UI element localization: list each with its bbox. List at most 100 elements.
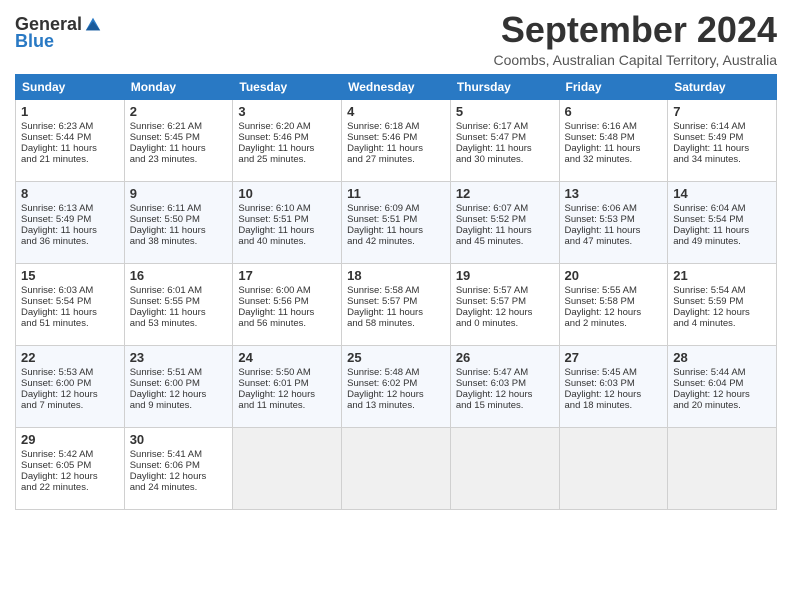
sunrise-text: Sunrise: 5:48 AM [347, 367, 419, 378]
sunset-text: Sunset: 5:46 PM [238, 132, 308, 143]
day-number: 14 [673, 186, 771, 201]
daylight-minutes-text: and 20 minutes. [673, 400, 741, 411]
day-number: 5 [456, 104, 554, 119]
day-number: 19 [456, 268, 554, 283]
daylight-minutes-text: and 27 minutes. [347, 154, 415, 165]
day-number: 17 [238, 268, 336, 283]
sunrise-text: Sunrise: 5:51 AM [130, 367, 202, 378]
calendar-cell [559, 427, 668, 509]
daylight-text: Daylight: 12 hours [130, 471, 207, 482]
calendar-cell: 13Sunrise: 6:06 AMSunset: 5:53 PMDayligh… [559, 181, 668, 263]
calendar-cell: 9Sunrise: 6:11 AMSunset: 5:50 PMDaylight… [124, 181, 233, 263]
calendar-cell: 23Sunrise: 5:51 AMSunset: 6:00 PMDayligh… [124, 345, 233, 427]
daylight-text: Daylight: 11 hours [673, 143, 749, 154]
daylight-text: Daylight: 11 hours [130, 143, 206, 154]
sunrise-text: Sunrise: 6:20 AM [238, 121, 310, 132]
daylight-minutes-text: and 15 minutes. [456, 400, 524, 411]
sunrise-text: Sunrise: 6:00 AM [238, 285, 310, 296]
day-header-sunday: Sunday [16, 74, 125, 99]
day-number: 28 [673, 350, 771, 365]
calendar-cell: 12Sunrise: 6:07 AMSunset: 5:52 PMDayligh… [450, 181, 559, 263]
daylight-text: Daylight: 11 hours [21, 143, 97, 154]
daylight-minutes-text: and 58 minutes. [347, 318, 415, 329]
daylight-minutes-text: and 13 minutes. [347, 400, 415, 411]
day-header-monday: Monday [124, 74, 233, 99]
sunset-text: Sunset: 5:48 PM [565, 132, 635, 143]
day-number: 15 [21, 268, 119, 283]
daylight-minutes-text: and 36 minutes. [21, 236, 89, 247]
sunrise-text: Sunrise: 6:17 AM [456, 121, 528, 132]
sunrise-text: Sunrise: 5:44 AM [673, 367, 745, 378]
week-row-3: 15 Sunrise: 6:03 AMSunset: 5:54 PM Dayligh… [16, 263, 777, 345]
sunset-text: Sunset: 5:57 PM [456, 296, 526, 307]
month-title: September 2024 [494, 10, 778, 50]
sunset-text: Sunset: 6:03 PM [456, 378, 526, 389]
daylight-minutes-text: and 25 minutes. [238, 154, 306, 165]
week-row-2: 8Sunrise: 6:13 AMSunset: 5:49 PMDaylight… [16, 181, 777, 263]
sunrise-text: Sunrise: 6:21 AM [130, 121, 202, 132]
calendar-cell: 21Sunrise: 5:54 AMSunset: 5:59 PMDayligh… [668, 263, 777, 345]
sunset-text: Sunset: 5:49 PM [21, 214, 91, 225]
day-number: 21 [673, 268, 771, 283]
daylight-text: Daylight: 12 hours [238, 389, 315, 400]
daylight-minutes-text: and 11 minutes. [238, 400, 305, 411]
sunset-text: Sunset: 5:52 PM [456, 214, 526, 225]
day-number: 8 [21, 186, 119, 201]
calendar-cell: 26Sunrise: 5:47 AMSunset: 6:03 PMDayligh… [450, 345, 559, 427]
daylight-minutes-text: and 40 minutes. [238, 236, 306, 247]
calendar-cell: 2Sunrise: 6:21 AMSunset: 5:45 PMDaylight… [124, 99, 233, 181]
daylight-text: Daylight: 11 hours [238, 307, 314, 318]
sunset-text: Sunset: 5:54 PM [21, 296, 91, 307]
daylight-minutes-text: and 2 minutes. [565, 318, 627, 329]
week-row-4: 22Sunrise: 5:53 AMSunset: 6:00 PMDayligh… [16, 345, 777, 427]
daylight-text: Daylight: 11 hours [21, 225, 97, 236]
daylight-text: Daylight: 11 hours [347, 307, 423, 318]
daylight-text: Daylight: 12 hours [456, 389, 533, 400]
day-number: 27 [565, 350, 663, 365]
daylight-text: Daylight: 12 hours [673, 389, 750, 400]
sunrise-text: Sunrise: 6:13 AM [21, 203, 93, 214]
title-block: September 2024 Coombs, Australian Capita… [494, 10, 778, 68]
day-number: 18 [347, 268, 445, 283]
day-header-friday: Friday [559, 74, 668, 99]
sunrise-text: Sunrise: 5:45 AM [565, 367, 637, 378]
daylight-minutes-text: and 4 minutes. [673, 318, 735, 329]
calendar-cell: 4Sunrise: 6:18 AMSunset: 5:46 PMDaylight… [342, 99, 451, 181]
calendar-cell [342, 427, 451, 509]
calendar-cell: 27Sunrise: 5:45 AMSunset: 6:03 PMDayligh… [559, 345, 668, 427]
daylight-text: Daylight: 11 hours [456, 225, 532, 236]
logo-blue-text: Blue [15, 31, 54, 52]
daylight-text: Daylight: 11 hours [130, 307, 206, 318]
daylight-minutes-text: and 47 minutes. [565, 236, 633, 247]
calendar-cell: 1Sunrise: 6:23 AMSunset: 5:44 PMDaylight… [16, 99, 125, 181]
daylight-minutes-text: and 38 minutes. [130, 236, 198, 247]
sunset-text: Sunset: 5:51 PM [347, 214, 417, 225]
day-number: 13 [565, 186, 663, 201]
sunrise-text: Sunrise: 6:01 AM [130, 285, 202, 296]
day-number: 16 [130, 268, 228, 283]
logo: General Blue [15, 14, 102, 52]
logo-icon [84, 16, 102, 34]
sunrise-text: Sunrise: 5:53 AM [21, 367, 93, 378]
calendar-cell: 11Sunrise: 6:09 AMSunset: 5:51 PMDayligh… [342, 181, 451, 263]
sunset-text: Sunset: 6:04 PM [673, 378, 743, 389]
sunset-text: Sunset: 5:50 PM [130, 214, 200, 225]
calendar-cell: 3Sunrise: 6:20 AMSunset: 5:46 PMDaylight… [233, 99, 342, 181]
sunset-text: Sunset: 6:06 PM [130, 460, 200, 471]
sunset-text: Sunset: 6:02 PM [347, 378, 417, 389]
day-number: 7 [673, 104, 771, 119]
day-number: 9 [130, 186, 228, 201]
sunrise-text: Sunrise: 6:03 AM [21, 285, 93, 296]
daylight-minutes-text: and 18 minutes. [565, 400, 633, 411]
sunrise-text: Sunrise: 6:23 AM [21, 121, 93, 132]
calendar-cell: 22Sunrise: 5:53 AMSunset: 6:00 PMDayligh… [16, 345, 125, 427]
daylight-text: Daylight: 12 hours [21, 389, 98, 400]
daylight-minutes-text: and 23 minutes. [130, 154, 198, 165]
sunset-text: Sunset: 5:47 PM [456, 132, 526, 143]
sunrise-text: Sunrise: 6:18 AM [347, 121, 419, 132]
sunset-text: Sunset: 5:51 PM [238, 214, 308, 225]
day-number: 4 [347, 104, 445, 119]
sunrise-text: Sunrise: 6:07 AM [456, 203, 528, 214]
sunset-text: Sunset: 5:57 PM [347, 296, 417, 307]
calendar-table: SundayMondayTuesdayWednesdayThursdayFrid… [15, 74, 777, 510]
